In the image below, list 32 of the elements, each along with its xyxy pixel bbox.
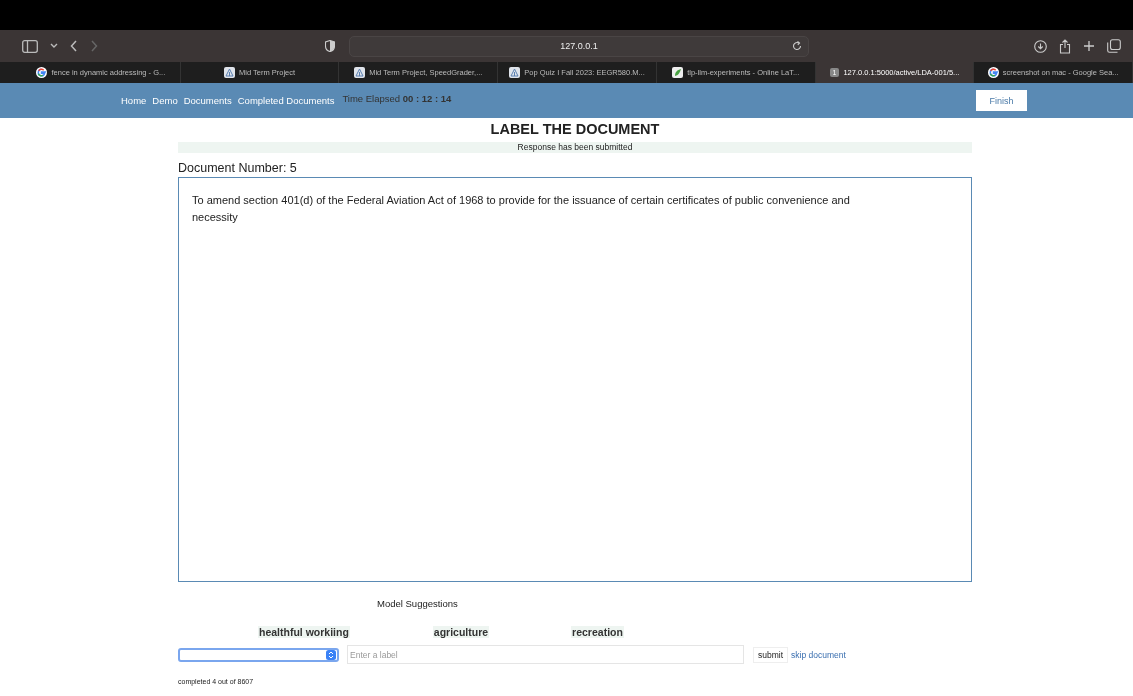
address-bar[interactable]: 127.0.0.1 (349, 35, 809, 57)
google-icon (987, 67, 999, 78)
reload-icon[interactable] (792, 40, 802, 51)
nav-link[interactable]: Demo (152, 95, 178, 106)
sidebar-icon[interactable] (22, 39, 38, 53)
document-number: Document Number: 5 (178, 161, 298, 175)
back-icon[interactable] (70, 40, 78, 52)
share-icon[interactable] (1059, 38, 1071, 54)
nav-link[interactable]: Documents (183, 95, 232, 106)
tabs-overview-icon[interactable] (1107, 39, 1121, 53)
page-heading: LABEL THE DOCUMENT (489, 121, 661, 137)
dropdown-arrows-icon (326, 649, 336, 660)
suggestion-chip[interactable]: healthful workiing (258, 626, 350, 638)
nav-link[interactable]: Completed Documents (237, 95, 335, 106)
status-message: Response has been submitted (178, 142, 972, 153)
suggestion-chip[interactable]: recreation (571, 626, 624, 638)
submit-button[interactable]: submit (753, 646, 789, 663)
shield-icon[interactable] (325, 40, 335, 52)
suggestion-chip[interactable]: agriculture (432, 626, 490, 638)
nav-link[interactable]: Home (121, 95, 147, 106)
label-input[interactable]: Enter a label (347, 645, 744, 664)
time-elapsed: Time Elapsed 00 : 12 : 14 (342, 93, 452, 104)
label-dropdown[interactable] (178, 647, 339, 662)
plus-icon[interactable] (1083, 40, 1095, 52)
suggestions-heading: Model Suggestions (377, 598, 459, 609)
leaf-icon (672, 67, 684, 78)
finish-button[interactable]: Finish (976, 90, 1027, 111)
document-text: To amend section 401(d) of the Federal Aviation Act of 1968 to provide for the issuance of certain certificates of public convenience and necessity (192, 193, 851, 225)
chevron-down-icon[interactable] (50, 43, 58, 49)
skip-document-link[interactable]: skip document (791, 649, 846, 660)
download-icon[interactable] (1034, 39, 1047, 53)
google-icon (36, 67, 48, 78)
